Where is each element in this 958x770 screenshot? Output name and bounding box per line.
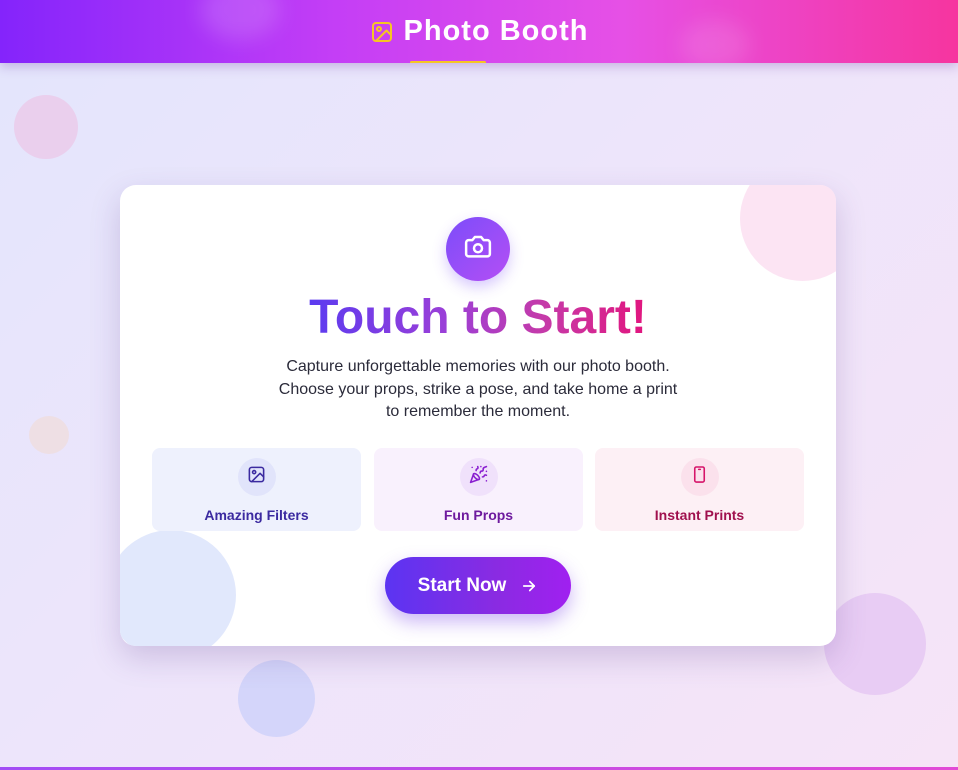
feature-icon-circle bbox=[237, 458, 276, 496]
description-line: Choose your props, strike a pose, and ta… bbox=[278, 380, 678, 398]
party-popper-icon bbox=[469, 465, 488, 489]
title-underline bbox=[409, 61, 486, 63]
decorative-bubble bbox=[740, 185, 836, 281]
camera-badge bbox=[446, 217, 510, 281]
feature-instant-prints: Instant Prints bbox=[595, 448, 804, 531]
feature-label: Fun Props bbox=[443, 507, 514, 523]
description-line: to remember the moment. bbox=[385, 403, 571, 420]
decorative-bubble bbox=[120, 530, 236, 646]
feature-fun-props: Fun Props bbox=[374, 448, 583, 531]
header-glow bbox=[200, 0, 280, 40]
arrow-right-icon bbox=[520, 577, 538, 595]
app-header: Photo Booth bbox=[0, 0, 958, 63]
image-icon bbox=[247, 465, 266, 489]
camera-icon bbox=[463, 232, 493, 267]
feature-icon-circle bbox=[680, 458, 719, 496]
feature-label: Instant Prints bbox=[654, 507, 745, 523]
feature-label: Amazing Filters bbox=[204, 507, 309, 523]
feature-icon-circle bbox=[459, 458, 498, 496]
start-now-button[interactable]: Start Now bbox=[385, 557, 571, 614]
decorative-bubble bbox=[29, 416, 69, 454]
description-line: Capture unforgettable memories with our … bbox=[286, 358, 670, 375]
decorative-bubble bbox=[238, 660, 315, 737]
decorative-bubble bbox=[14, 95, 78, 159]
start-now-label: Start Now bbox=[417, 574, 507, 596]
start-card: Touch to Start! Capture unforgettable me… bbox=[120, 185, 836, 646]
feature-amazing-filters: Amazing Filters bbox=[152, 448, 361, 531]
app-title: Photo Booth bbox=[403, 15, 589, 47]
smartphone-icon bbox=[690, 465, 709, 489]
page-title: Touch to Start! bbox=[309, 291, 647, 344]
header-glow bbox=[680, 20, 750, 63]
description: Capture unforgettable memories with our … bbox=[270, 356, 686, 424]
image-icon bbox=[370, 20, 394, 44]
decorative-bubble bbox=[824, 593, 926, 695]
header-brand: Photo Booth bbox=[370, 15, 589, 63]
